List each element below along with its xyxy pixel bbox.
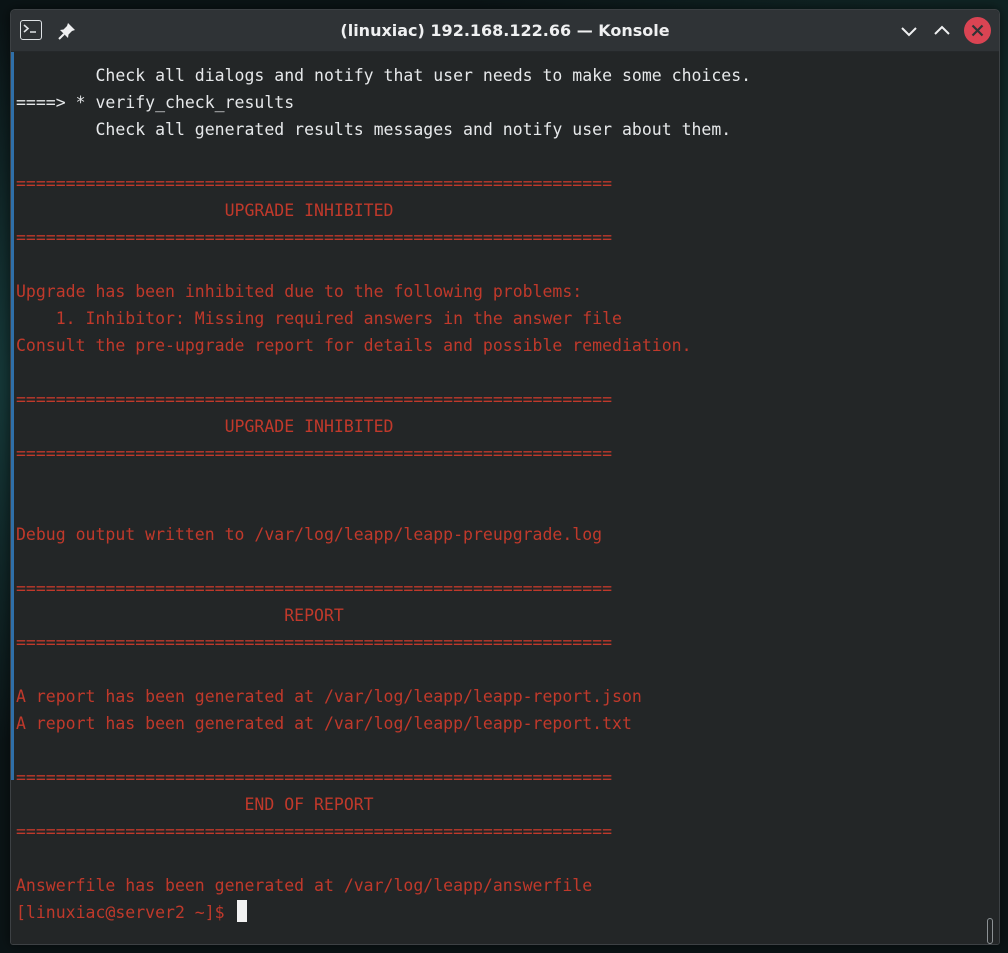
text-cursor [236, 900, 247, 922]
terminal-line: A report has been generated at /var/log/… [16, 687, 642, 706]
shell-prompt[interactable]: [linuxiac@server2 ~]$ [16, 899, 751, 926]
chevron-up-icon [934, 25, 950, 35]
terminal-line: ========================================… [16, 228, 613, 247]
terminal-line: ========================================… [16, 633, 613, 652]
scrollbar-handle[interactable] [987, 918, 993, 944]
terminal-line: ========================================… [16, 390, 613, 409]
close-icon [971, 24, 984, 37]
close-button[interactable] [964, 17, 991, 44]
terminal-output[interactable]: Check all dialogs and notify that user n… [16, 62, 751, 926]
konsole-window: (linuxiac) 192.168.122.66 — Konsole Chec… [10, 9, 1000, 945]
chevron-down-icon [901, 27, 917, 37]
terminal-line: Consult the pre-upgrade report for detai… [16, 336, 692, 355]
terminal-line: REPORT [16, 606, 344, 625]
window-title: (linuxiac) 192.168.122.66 — Konsole [340, 21, 670, 40]
terminal-line: Answerfile has been generated at /var/lo… [16, 876, 593, 895]
title-bar[interactable]: (linuxiac) 192.168.122.66 — Konsole [11, 10, 999, 52]
terminal-line: ========================================… [16, 444, 613, 463]
terminal-line: ========================================… [16, 579, 613, 598]
terminal-line: END OF REPORT [16, 795, 374, 814]
terminal-area[interactable]: Check all dialogs and notify that user n… [11, 52, 999, 944]
terminal-line: A report has been generated at /var/log/… [16, 714, 632, 733]
prompt-text: [linuxiac@server2 ~]$ [16, 903, 235, 922]
terminal-line: Debug output written to /var/log/leapp/l… [16, 525, 603, 544]
focus-indicator [11, 52, 14, 780]
terminal-line: 1. Inhibitor: Missing required answers i… [16, 309, 622, 328]
terminal-line: Upgrade has been inhibited due to the fo… [16, 282, 583, 301]
terminal-line: ========================================… [16, 768, 613, 787]
terminal-line: ====> * verify_check_results [16, 93, 295, 112]
terminal-line: UPGRADE INHIBITED [16, 201, 394, 220]
terminal-line: ========================================… [16, 174, 613, 193]
minimize-button[interactable] [896, 18, 922, 44]
terminal-line: ========================================… [16, 822, 613, 841]
maximize-button[interactable] [929, 18, 955, 44]
terminal-line: UPGRADE INHIBITED [16, 417, 394, 436]
terminal-line: Check all dialogs and notify that user n… [16, 66, 752, 85]
terminal-line: Check all generated results messages and… [16, 120, 732, 139]
